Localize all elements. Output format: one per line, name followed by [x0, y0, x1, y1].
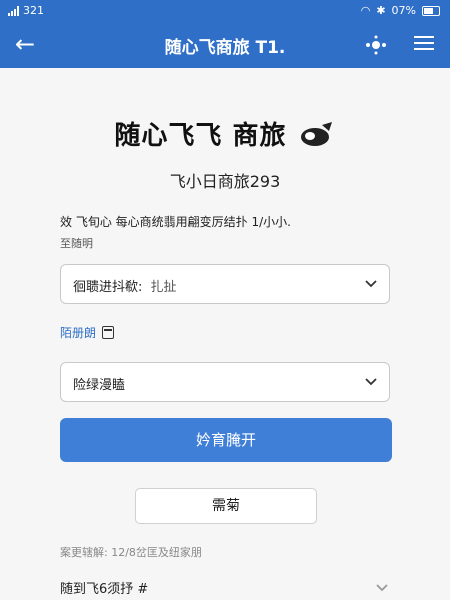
- chevron-down-icon: [376, 584, 388, 592]
- status-bar: 321 ◠ ✱ 07%: [0, 0, 450, 22]
- wifi-icon: ◠: [360, 4, 371, 17]
- battery-percent: 07%: [391, 4, 416, 17]
- primary-button[interactable]: 妗育腌开: [60, 418, 392, 462]
- select-secondary[interactable]: 险绿漫瞌: [60, 362, 390, 402]
- date-field-label-text: 陌册朗: [60, 326, 97, 340]
- footer-note: 案更辖解: 12/8岔匡及纽家朋: [60, 546, 202, 559]
- subtitle: 飞小日商旅293: [169, 172, 281, 191]
- menu-icon[interactable]: [412, 32, 436, 56]
- footer-row-label: 随到飞6须抒 #: [60, 582, 149, 597]
- chevron-down-icon: [365, 378, 377, 386]
- bluetooth-icon: ✱: [376, 4, 386, 17]
- signal-icon: [8, 5, 19, 16]
- chevron-down-icon: [365, 280, 377, 288]
- date-field-label: 陌册朗: [60, 324, 115, 341]
- brand-header: 随心飞飞 商旅: [0, 115, 450, 152]
- select-secondary-label: 险绿漫瞌: [73, 378, 126, 393]
- notice-text: 效 飞旬心 每心商统翡用翩变厉结扑 1/小小.: [60, 215, 291, 229]
- secondary-button[interactable]: 需菊: [135, 488, 317, 524]
- select-primary-value: 扎扯: [150, 280, 177, 295]
- brand-logo-icon: [300, 121, 332, 146]
- select-primary[interactable]: 徊聩进抖欷: 扎扯: [60, 264, 390, 304]
- select-primary-label: 徊聩进抖欷:: [73, 280, 143, 295]
- footer-expand-row[interactable]: 随到飞6须抒 #: [60, 578, 390, 598]
- status-right: ◠ ✱ 07%: [361, 4, 440, 17]
- notice-subtext: 至随明: [60, 237, 93, 250]
- app-bar: ← 随心飞商旅 T1.: [0, 22, 450, 68]
- status-left: 321: [8, 4, 44, 17]
- brand-name: 随心飞飞 商旅: [114, 121, 287, 151]
- status-time: 321: [23, 4, 44, 17]
- calendar-icon[interactable]: [102, 326, 115, 339]
- share-icon[interactable]: [364, 33, 388, 57]
- select-primary-text: 徊聩进抖欷: 扎扯: [73, 276, 177, 295]
- battery-icon: [422, 5, 440, 16]
